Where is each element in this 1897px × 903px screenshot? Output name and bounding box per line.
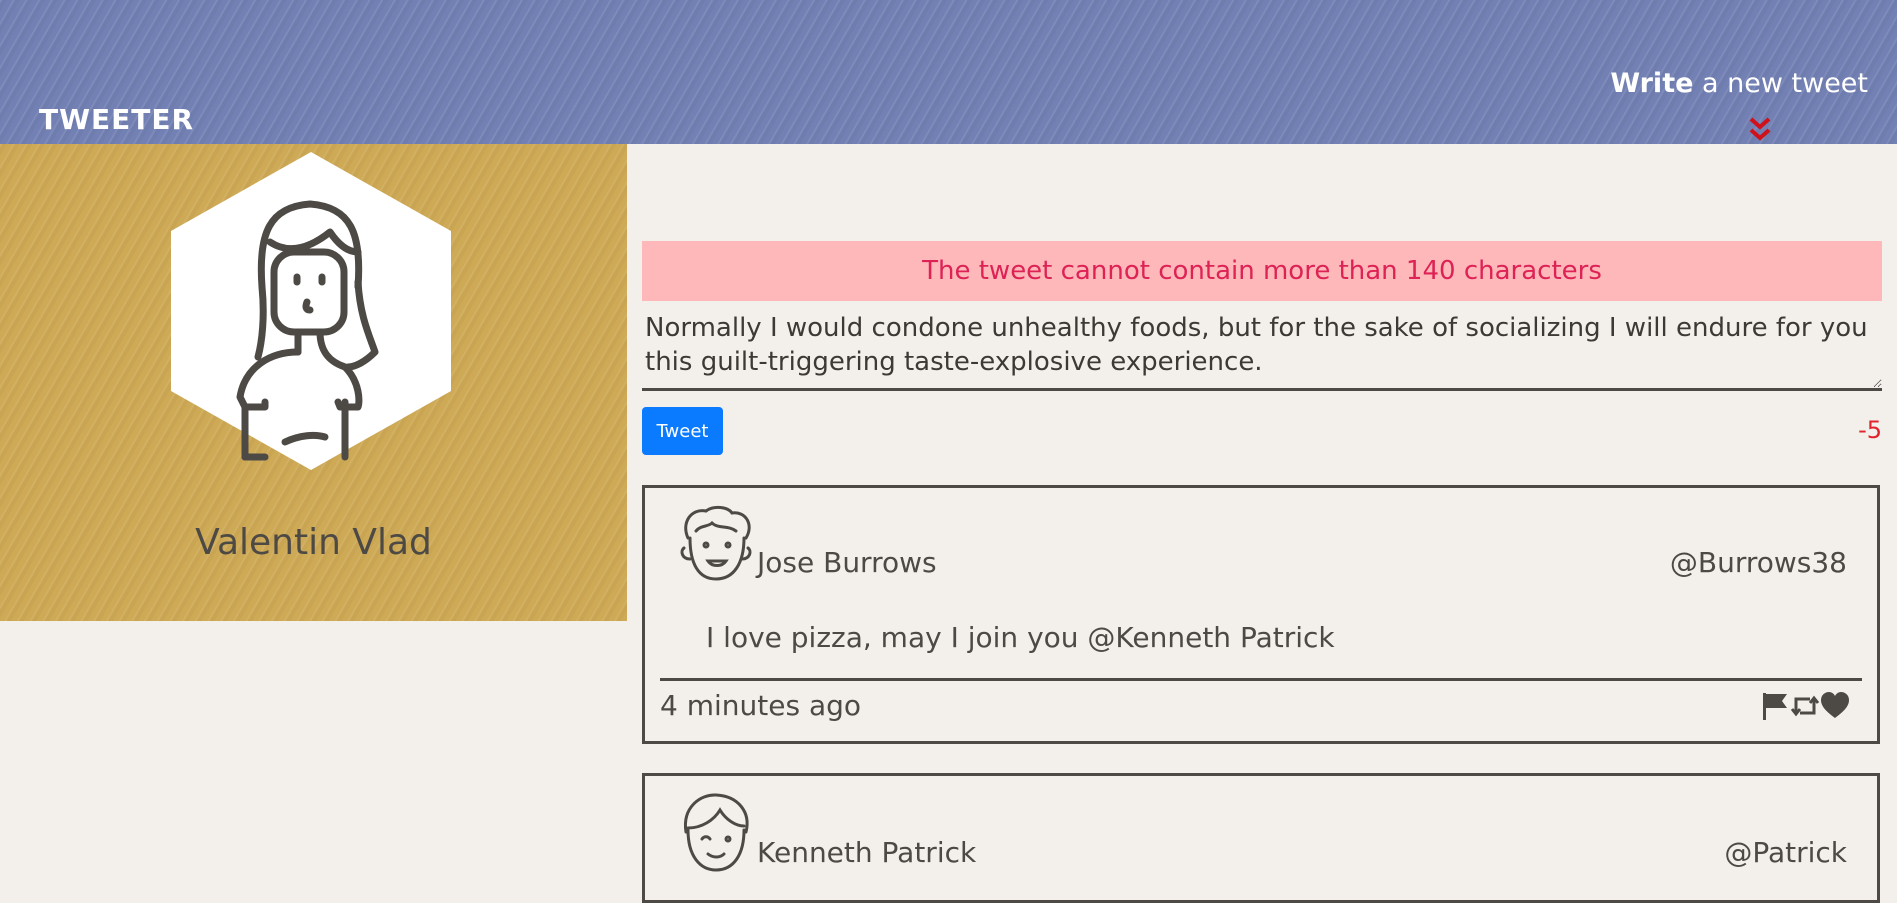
profile-name: Valentin Vlad — [195, 522, 432, 563]
tweet-divider — [660, 678, 1862, 681]
tweet-author-handle: @Burrows38 — [1669, 546, 1847, 579]
tweet-author-name: Jose Burrows — [757, 546, 937, 579]
user-avatar-icon — [171, 152, 451, 470]
write-label-rest: a new tweet — [1693, 68, 1868, 99]
tweet-card: Kenneth Patrick @Patrick — [642, 773, 1880, 903]
tweet-textarea[interactable]: Normally I would condone unhealthy foods… — [642, 311, 1882, 391]
retweet-icon[interactable] — [1790, 691, 1820, 721]
user-avatar-icon — [684, 793, 749, 872]
tweet-button[interactable]: Tweet — [642, 407, 723, 455]
heart-icon[interactable] — [1820, 691, 1850, 721]
tweet-text: I love pizza, may I join you @Kenneth Pa… — [706, 621, 1335, 654]
profile-panel: Valentin Vlad — [0, 144, 627, 621]
brand-logo: TWEETER — [39, 103, 195, 136]
tweet-card: Jose Burrows @Burrows38 I love pizza, ma… — [642, 485, 1880, 744]
write-new-tweet-toggle[interactable]: Write a new tweet — [1610, 68, 1868, 99]
user-avatar-icon — [680, 505, 752, 581]
tweet-timestamp: 4 minutes ago — [660, 689, 862, 722]
write-label-bold: Write — [1610, 68, 1694, 99]
top-nav: TWEETER Write a new tweet — [0, 0, 1897, 144]
error-message: The tweet cannot contain more than 140 c… — [642, 241, 1882, 301]
double-chevron-down-icon[interactable] — [1748, 116, 1772, 142]
tweet-actions — [1760, 691, 1850, 721]
tweet-author-name: Kenneth Patrick — [757, 836, 977, 869]
tweet-author-handle: @Patrick — [1724, 836, 1847, 869]
flag-icon[interactable] — [1760, 691, 1790, 721]
character-counter: -5 — [1858, 416, 1882, 444]
